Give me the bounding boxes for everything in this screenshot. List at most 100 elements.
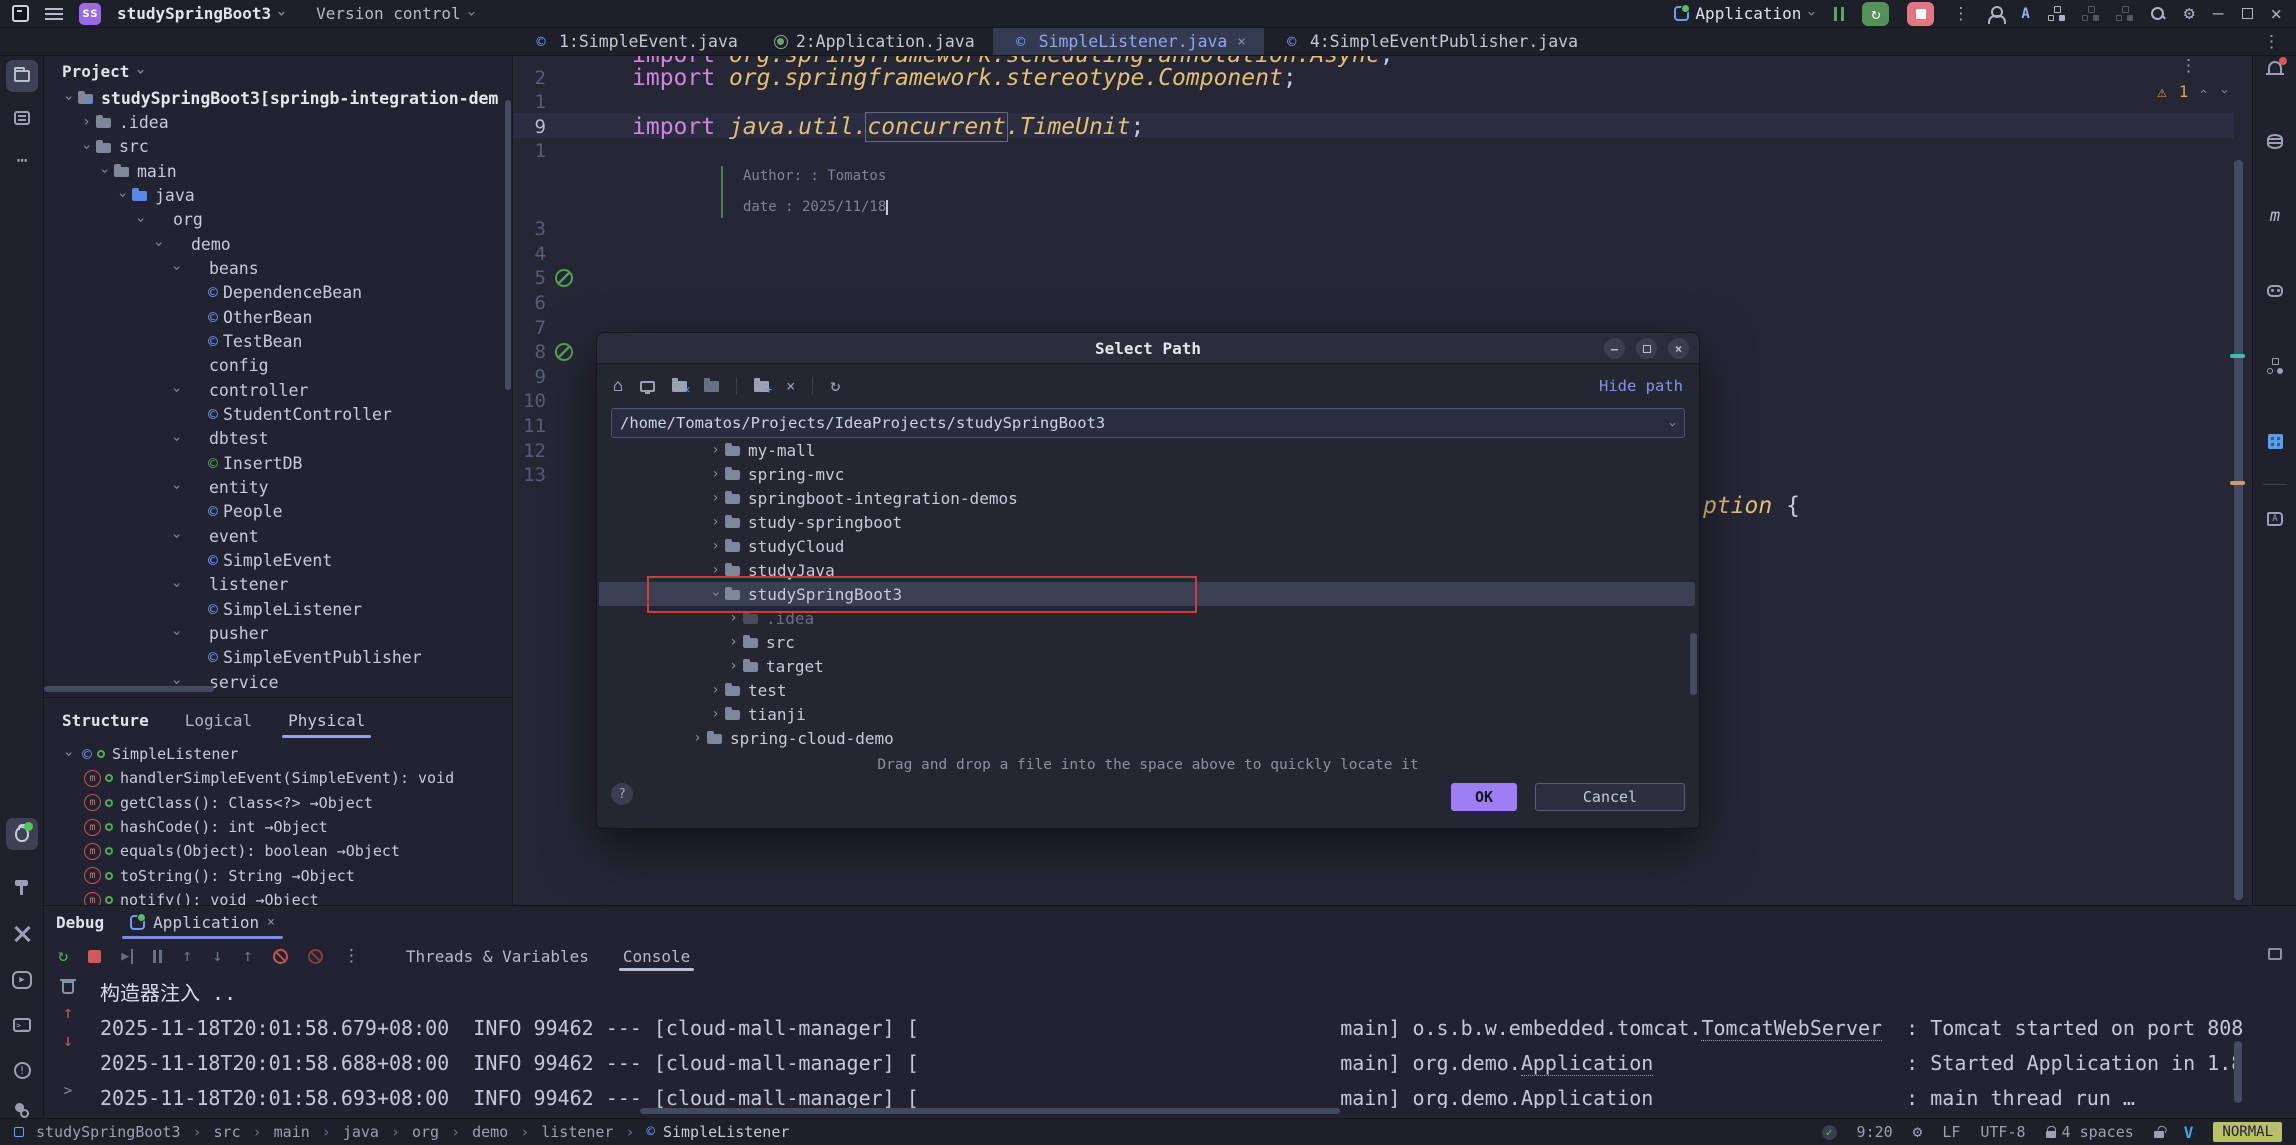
pause-icon[interactable] — [1834, 7, 1844, 21]
status-check-icon[interactable]: ✓ — [1822, 1125, 1837, 1140]
tree-row[interactable]: ©SimpleListener — [44, 597, 512, 621]
build-tool-button[interactable] — [6, 871, 38, 903]
tab-console[interactable]: Console — [623, 939, 690, 973]
database-tool-button[interactable] — [2260, 126, 2290, 156]
project-tool-button[interactable] — [6, 60, 38, 92]
console-vertical-scrollbar[interactable] — [2234, 1041, 2242, 1103]
hide-path-link[interactable]: Hide path — [1599, 377, 1683, 395]
path-input[interactable]: /home/Tomatos/Projects/IdeaProjects/stud… — [611, 408, 1685, 438]
chevron-expanded-icon[interactable]: › — [62, 746, 76, 763]
tree-row[interactable]: ›dbtest — [44, 427, 512, 451]
step-into-icon[interactable]: ↓ — [212, 948, 222, 965]
delete-icon[interactable]: × — [786, 379, 795, 394]
structure-row-method[interactable]: mnotify(): void →Object — [44, 888, 512, 905]
vertical-scrollbar[interactable] — [505, 100, 511, 390]
coverage-icon[interactable] — [2116, 6, 2132, 22]
breadcrumb-item[interactable]: java — [343, 1123, 379, 1141]
structure-panel-title[interactable]: Structure — [62, 698, 149, 742]
terminal-tool-button[interactable]: >_ — [6, 1009, 38, 1041]
dialog-tree-row[interactable]: ›tianji — [599, 702, 1695, 726]
tree-row[interactable]: ©TestBean — [44, 329, 512, 353]
spring-bean-gutter-icon[interactable] — [555, 269, 573, 287]
bookmarks-tool-button[interactable] — [6, 102, 38, 134]
services-tool-button[interactable] — [6, 918, 38, 950]
step-out-icon[interactable]: ↑ — [243, 948, 253, 965]
tree-row-root[interactable]: ›studySpringBoot3 [springb-integration-d… — [44, 86, 512, 110]
indent-indicator[interactable]: 4 spaces — [2046, 1123, 2134, 1141]
scroll-down-icon[interactable]: ↓ — [63, 1033, 73, 1050]
tab-simplelistener[interactable]: © SimpleListener.java × — [993, 28, 1264, 55]
tab-physical[interactable]: Physical — [288, 698, 365, 742]
debug-panel-title[interactable]: Debug — [56, 913, 104, 932]
tree-row[interactable]: ›demo — [44, 232, 512, 256]
tree-row[interactable]: ›entity — [44, 475, 512, 499]
dialog-tree-row[interactable]: ›src — [599, 630, 1695, 654]
desktop-icon[interactable] — [640, 381, 655, 392]
run-tool-button[interactable]: ▶ — [6, 964, 38, 996]
breadcrumb-item[interactable]: src — [214, 1123, 241, 1141]
scrollbar-mark-orange[interactable] — [2230, 481, 2245, 485]
dialog-tree-row[interactable]: ›my-mall — [599, 438, 1695, 462]
dialog-tree-row[interactable]: ›target — [599, 654, 1695, 678]
dialog-tree-row[interactable]: ›study-springboot — [599, 510, 1695, 534]
rerun-icon[interactable]: ↻ — [58, 948, 68, 965]
structure-row-method[interactable]: mequals(Object): boolean →Object — [44, 839, 512, 863]
tree-row[interactable]: ›.idea — [44, 110, 512, 134]
breadcrumb-item[interactable]: org — [412, 1123, 439, 1141]
chevron-expanded-icon[interactable]: › — [80, 138, 94, 155]
module-folder-icon[interactable] — [704, 381, 719, 392]
chevron-expanded-icon[interactable]: › — [170, 382, 184, 399]
home-icon[interactable]: ⌂ — [613, 378, 623, 395]
scroll-up-icon[interactable]: ↑ — [63, 1005, 73, 1022]
chevron-expanded-icon[interactable]: › — [170, 479, 184, 496]
tree-row[interactable]: ©SimpleEvent — [44, 548, 512, 572]
more-tool-windows-button[interactable]: ⋯ — [6, 144, 38, 176]
chevron-collapsed-icon[interactable]: › — [689, 731, 706, 745]
breadcrumb-item[interactable]: studySpringBoot3 — [36, 1123, 181, 1141]
breadcrumb-item[interactable]: main — [274, 1123, 310, 1141]
chevron-collapsed-icon[interactable]: › — [707, 515, 724, 529]
tree-row[interactable]: ©InsertDB — [44, 451, 512, 475]
cancel-button[interactable]: Cancel — [1535, 783, 1685, 811]
ideavim-icon[interactable]: V — [2184, 1123, 2194, 1142]
log-class-link[interactable]: Application — [1521, 1051, 1653, 1076]
editor-options-icon[interactable]: ⋮ — [2180, 56, 2197, 76]
stop-icon[interactable] — [88, 950, 101, 963]
hierarchy-tool-button[interactable] — [2260, 351, 2290, 381]
tab-options-icon[interactable]: ⋮ — [2263, 32, 2280, 52]
tree-row[interactable]: ›listener — [44, 573, 512, 597]
chevron-collapsed-icon[interactable]: › — [707, 683, 724, 697]
chevron-collapsed-icon[interactable]: › — [725, 635, 742, 649]
notifications-tool-button[interactable] — [2260, 52, 2290, 82]
log-class-link[interactable]: TomcatWebServer — [1701, 1016, 1882, 1041]
resume-icon[interactable]: ▶ — [121, 949, 133, 964]
tree-row[interactable]: ›src — [44, 135, 512, 159]
chevron-collapsed-icon[interactable]: › — [725, 611, 742, 625]
dialog-tree-row[interactable]: ›spring-cloud-demo — [599, 726, 1695, 750]
debug-session-tab[interactable]: Application × — [130, 906, 275, 939]
tree-row[interactable]: ©OtherBean — [44, 305, 512, 329]
tree-row[interactable]: ›pusher — [44, 621, 512, 645]
debug-tool-button[interactable] — [6, 818, 38, 850]
clear-console-icon[interactable] — [62, 981, 74, 994]
mute-breakpoints-icon[interactable] — [308, 949, 323, 964]
tree-row[interactable]: ©People — [44, 500, 512, 524]
dialog-scrollbar[interactable] — [1690, 633, 1697, 695]
layout-settings-icon[interactable] — [2268, 948, 2282, 960]
ai-assistant-tool-button[interactable] — [2260, 276, 2290, 306]
window-maximize-button[interactable] — [2242, 8, 2253, 19]
share-icon[interactable] — [2048, 6, 2064, 22]
structure-row-method[interactable]: mgetClass(): Class<?> →Object — [44, 791, 512, 815]
scrollbar-mark-teal[interactable] — [2230, 354, 2245, 358]
close-tab-icon[interactable]: × — [1237, 34, 1245, 50]
unlock-icon[interactable] — [2154, 1131, 2164, 1138]
tree-row[interactable]: ›java — [44, 183, 512, 207]
main-menu-icon[interactable] — [45, 8, 63, 20]
dialog-tree-row[interactable]: ›test — [599, 678, 1695, 702]
tree-row[interactable]: ©DependenceBean — [44, 281, 512, 305]
window-close-button[interactable]: × — [2271, 3, 2282, 25]
chevron-collapsed-icon[interactable]: › — [707, 539, 724, 553]
tree-row[interactable]: ›controller — [44, 378, 512, 402]
structure-row-method[interactable]: mhashCode(): int →Object — [44, 815, 512, 839]
tree-row[interactable]: ©StudentController — [44, 402, 512, 426]
